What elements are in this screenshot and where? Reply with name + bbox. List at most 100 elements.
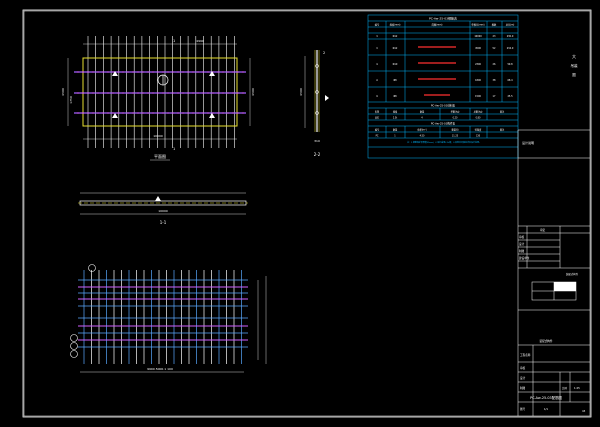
plan-slab-outline [82, 57, 238, 127]
schedule-cell: Φ12 [393, 47, 398, 50]
project-label: 工程名称 [520, 353, 531, 357]
schedule-sub2-cell: C30 [476, 135, 481, 138]
schedule-cell: 52 [493, 47, 496, 50]
schedule-text-group: PC-Aw-25-03钢筋表编号 规格(mm) 简图(mm) 单根长(mm) 根数 总长(… [375, 16, 515, 145]
callout-circle [70, 342, 78, 350]
scale-label: 比例 [562, 386, 567, 390]
callout-circle [70, 350, 78, 358]
side-section-mark: 2 [323, 51, 325, 55]
section-1-1-title: 1-1 [160, 220, 167, 225]
drawn-label-2: 制图 [520, 386, 526, 390]
side-stamp-line: 图 [572, 73, 576, 77]
schedule-cell: 17 [493, 95, 496, 98]
schedule-header-cell: 简图(mm) [432, 23, 443, 27]
schedule-sub2-header: 编号 [375, 128, 380, 132]
schedule-cell: 25.5 [507, 95, 513, 98]
schedule-cell: 68.4 [507, 79, 513, 82]
schedule-cell: ③ [376, 63, 378, 66]
owner-label: 建设单位 [519, 256, 530, 260]
schedule-header-cell: 规格(mm) [390, 23, 401, 27]
side-dim-height: 4500 [299, 88, 303, 96]
lift-point-icon [209, 113, 215, 118]
section-1-1-dim: 10000 [158, 209, 168, 213]
schedule-cell: ② [376, 47, 378, 50]
schedule-sub2-title: PC-Aw-25-03构件表 [431, 122, 456, 126]
schedule-sub1-header: 备注 [500, 110, 505, 114]
schedule-sub2-cell: PC [376, 135, 379, 138]
schedule-sub1-cell: 2.5t [393, 117, 397, 120]
schedule-sub1-header: 规格 [393, 110, 398, 114]
schedule-sub2-header: 砼强度 [475, 128, 482, 132]
section-1-1-view: 10000 1-1 [78, 192, 248, 225]
schedule-sub2-cell: 1 [394, 135, 396, 138]
side-dim-bottom: 310 [314, 139, 320, 143]
sheet-number: 1/1 [544, 407, 549, 411]
schedule-cell: ⑤ [376, 95, 378, 98]
corner-number: 43 [582, 409, 586, 413]
schedule-cell: 1500 [475, 95, 481, 98]
schedule-sub1-cell: 吊钉 [375, 116, 380, 120]
lift-point-icon [112, 113, 118, 118]
callout-circle [88, 264, 96, 272]
side-stamp-line: 吊装 [571, 63, 579, 68]
schedule-cell: 23 [493, 35, 496, 38]
schedule-header-cell: 单根长(mm) [471, 23, 484, 27]
title-block [517, 129, 590, 416]
drawing-no-label: 图号 [520, 407, 526, 411]
drawing-number: PC-Aw-25-03配筋图 [530, 395, 562, 400]
schedule-cell: 59.8 [507, 63, 513, 66]
designer-label-2: 设计 [520, 376, 526, 380]
section-2-2-title: 2-2 [314, 152, 321, 157]
schedule-cell: 4500 [475, 47, 481, 50]
schedule-cell: 1800 [475, 79, 481, 82]
schedule-cell: 38 [493, 79, 496, 82]
schedule-sub2-cell: 4.50 [420, 135, 425, 138]
schedule-sub2-header: 体积(m³) [417, 128, 426, 132]
schedule-sub1-cell: 0.80 [476, 117, 481, 120]
plan-view-title: 平面图 [154, 153, 166, 159]
schedule-cell: 26 [493, 63, 496, 66]
plan-dim-overall: 10000 [153, 134, 163, 138]
schedule-sub1-header: 单重(kg) [451, 110, 460, 114]
schedule-cell: Φ10 [393, 63, 398, 66]
designer-label: 设计 [519, 242, 525, 246]
schedule-cell: Φ8 [393, 95, 397, 98]
schedule-cell: 10000 [474, 35, 482, 38]
schedule-sub1-header: 数量 [420, 110, 425, 114]
schedule-sub1-header: 总重(kg) [474, 110, 483, 114]
schedule-cell: 2300 [475, 63, 481, 66]
schedule-sub2-header: 重量(t) [452, 128, 459, 132]
plan-dim-right-side: 4500 [251, 88, 255, 96]
schedule-sub1-cell: 4 [421, 117, 423, 120]
component-label: 装配式构件 [540, 339, 553, 343]
schedule-sub2-header: 备注 [500, 128, 505, 132]
schedule-sub1-cell: 0.20 [453, 117, 458, 120]
schedule-cell: Φ8 [393, 79, 397, 82]
plan-dim-left-lower: 1750 [69, 96, 73, 104]
drawn-label: 制图 [519, 249, 525, 253]
plan-view: 10000 4990 4500 1750 4500 1 1 平面图 [61, 36, 255, 161]
schedule-header-cell: 总长(m) [506, 23, 515, 27]
scale-value: 1:25 [574, 386, 580, 390]
schedule-sub1-header: 名称 [375, 110, 380, 114]
schedule-sub2-header: 数量 [393, 128, 398, 132]
approver-label: 审定 [540, 228, 546, 232]
schedule-header-cell: 编号 [375, 23, 380, 27]
schedule-header-cell: 根数 [492, 23, 497, 27]
schedule-cell: Φ12 [393, 35, 398, 38]
cad-drawing-canvas[interactable]: 10000 4990 4500 1750 4500 1 1 平面图 4500 3… [0, 0, 600, 427]
rebar-schedule-table [367, 14, 519, 159]
plan-dim-right: 4990 [196, 39, 204, 43]
plan-section-mark-top: 1 [173, 39, 175, 43]
design-note-label: 设计说明 [522, 140, 534, 145]
checker-label: 审核 [519, 235, 525, 239]
plan-dim-left: 4500 [61, 88, 65, 96]
legend-fill [554, 282, 576, 291]
side-stamp: 大 吊装 图 [571, 53, 579, 77]
plan-section-mark-bottom: 1 [173, 147, 175, 151]
schedule-cell: ④ [376, 79, 378, 82]
rebar-layout-view: 9990·5000·1 100 [70, 264, 267, 373]
schedule-cell: ① [376, 35, 378, 38]
checker-label-2: 审核 [520, 366, 526, 370]
side-stamp-line: 大 [572, 53, 576, 59]
